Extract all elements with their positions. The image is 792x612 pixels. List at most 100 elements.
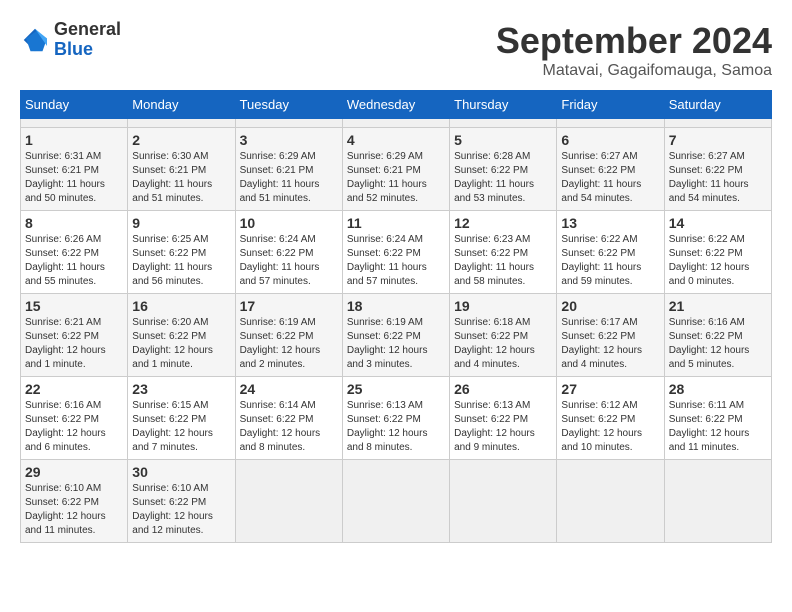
- day-number: 8: [25, 215, 123, 231]
- col-wednesday: Wednesday: [342, 91, 449, 119]
- day-number: 17: [240, 298, 338, 314]
- day-number: 6: [561, 132, 659, 148]
- calendar-week-row: 8 Sunrise: 6:26 AMSunset: 6:22 PMDaylight…: [21, 211, 772, 294]
- day-info: Sunrise: 6:16 AMSunset: 6:22 PMDaylight:…: [669, 316, 767, 372]
- day-info: Sunrise: 6:13 AMSunset: 6:22 PMDaylight:…: [454, 399, 552, 455]
- day-number: 21: [669, 298, 767, 314]
- table-row: [557, 119, 664, 128]
- day-number: 15: [25, 298, 123, 314]
- calendar-week-row: 22 Sunrise: 6:16 AMSunset: 6:22 PMDayligh…: [21, 377, 772, 460]
- logo-blue: Blue: [54, 40, 121, 60]
- logo-general: General: [54, 20, 121, 40]
- table-row: [235, 119, 342, 128]
- day-number: 28: [669, 381, 767, 397]
- table-row: [128, 119, 235, 128]
- table-row: 10 Sunrise: 6:24 AMSunset: 6:22 PMDayligh…: [235, 211, 342, 294]
- logo-text: General Blue: [54, 20, 121, 60]
- calendar-week-row: 15 Sunrise: 6:21 AMSunset: 6:22 PMDayligh…: [21, 294, 772, 377]
- day-info: Sunrise: 6:19 AMSunset: 6:22 PMDaylight:…: [347, 316, 445, 372]
- col-friday: Friday: [557, 91, 664, 119]
- calendar-week-row: [21, 119, 772, 128]
- day-number: 27: [561, 381, 659, 397]
- day-info: Sunrise: 6:17 AMSunset: 6:22 PMDaylight:…: [561, 316, 659, 372]
- table-row: 7Sunrise: 6:27 AMSunset: 6:22 PMDaylight…: [664, 128, 771, 211]
- day-number: 16: [132, 298, 230, 314]
- day-info: Sunrise: 6:26 AMSunset: 6:22 PMDaylight:…: [25, 233, 123, 289]
- day-info: Sunrise: 6:14 AMSunset: 6:22 PMDaylight:…: [240, 399, 338, 455]
- table-row: [450, 119, 557, 128]
- table-row: [235, 460, 342, 543]
- table-row: 22 Sunrise: 6:16 AMSunset: 6:22 PMDayligh…: [21, 377, 128, 460]
- table-row: 20 Sunrise: 6:17 AMSunset: 6:22 PMDayligh…: [557, 294, 664, 377]
- col-thursday: Thursday: [450, 91, 557, 119]
- table-row: 26 Sunrise: 6:13 AMSunset: 6:22 PMDayligh…: [450, 377, 557, 460]
- day-number: 10: [240, 215, 338, 231]
- table-row: 30Sunrise: 6:10 AMSunset: 6:22 PMDayligh…: [128, 460, 235, 543]
- day-number: 26: [454, 381, 552, 397]
- day-number: 13: [561, 215, 659, 231]
- day-number: 24: [240, 381, 338, 397]
- day-info: Sunrise: 6:27 AMSunset: 6:22 PMDaylight:…: [561, 150, 659, 206]
- day-info: Sunrise: 6:11 AMSunset: 6:22 PMDaylight:…: [669, 399, 767, 455]
- table-row: 3 Sunrise: 6:29 AMSunset: 6:21 PMDaylight…: [235, 128, 342, 211]
- day-number: 3: [240, 132, 338, 148]
- day-number: 1: [25, 132, 123, 148]
- day-info: Sunrise: 6:23 AMSunset: 6:22 PMDaylight:…: [454, 233, 552, 289]
- day-number: 7: [669, 132, 767, 148]
- title-block: September 2024 Matavai, Gagaifomauga, Sa…: [496, 20, 772, 80]
- day-info: Sunrise: 6:30 AMSunset: 6:21 PMDaylight:…: [132, 150, 230, 206]
- day-number: 25: [347, 381, 445, 397]
- day-info: Sunrise: 6:10 AMSunset: 6:22 PMDaylight:…: [25, 482, 123, 538]
- col-sunday: Sunday: [21, 91, 128, 119]
- table-row: [664, 119, 771, 128]
- calendar-table: Sunday Monday Tuesday Wednesday Thursday…: [20, 90, 772, 543]
- day-number: 14: [669, 215, 767, 231]
- day-number: 29: [25, 464, 123, 480]
- day-info: Sunrise: 6:25 AMSunset: 6:22 PMDaylight:…: [132, 233, 230, 289]
- table-row: 5Sunrise: 6:28 AMSunset: 6:22 PMDaylight…: [450, 128, 557, 211]
- table-row: 17Sunrise: 6:19 AMSunset: 6:22 PMDayligh…: [235, 294, 342, 377]
- table-row: [342, 119, 449, 128]
- table-row: 13 Sunrise: 6:22 AMSunset: 6:22 PMDayligh…: [557, 211, 664, 294]
- calendar-week-row: 1 Sunrise: 6:31 AMSunset: 6:21 PMDaylight…: [21, 128, 772, 211]
- table-row: 9Sunrise: 6:25 AMSunset: 6:22 PMDaylight…: [128, 211, 235, 294]
- table-row: 27 Sunrise: 6:12 AMSunset: 6:22 PMDayligh…: [557, 377, 664, 460]
- day-info: Sunrise: 6:29 AMSunset: 6:21 PMDaylight:…: [347, 150, 445, 206]
- table-row: 21 Sunrise: 6:16 AMSunset: 6:22 PMDayligh…: [664, 294, 771, 377]
- logo: General Blue: [20, 20, 121, 60]
- table-row: 2Sunrise: 6:30 AMSunset: 6:21 PMDaylight…: [128, 128, 235, 211]
- day-info: Sunrise: 6:31 AMSunset: 6:21 PMDaylight:…: [25, 150, 123, 206]
- table-row: [664, 460, 771, 543]
- table-row: 25 Sunrise: 6:13 AMSunset: 6:22 PMDayligh…: [342, 377, 449, 460]
- day-number: 23: [132, 381, 230, 397]
- day-info: Sunrise: 6:12 AMSunset: 6:22 PMDaylight:…: [561, 399, 659, 455]
- calendar-week-row: 29 Sunrise: 6:10 AMSunset: 6:22 PMDayligh…: [21, 460, 772, 543]
- day-info: Sunrise: 6:18 AMSunset: 6:22 PMDaylight:…: [454, 316, 552, 372]
- day-info: Sunrise: 6:22 AMSunset: 6:22 PMDaylight:…: [561, 233, 659, 289]
- table-row: 1 Sunrise: 6:31 AMSunset: 6:21 PMDaylight…: [21, 128, 128, 211]
- day-info: Sunrise: 6:16 AMSunset: 6:22 PMDaylight:…: [25, 399, 123, 455]
- table-row: 29 Sunrise: 6:10 AMSunset: 6:22 PMDayligh…: [21, 460, 128, 543]
- day-info: Sunrise: 6:24 AMSunset: 6:22 PMDaylight:…: [347, 233, 445, 289]
- day-info: Sunrise: 6:15 AMSunset: 6:22 PMDaylight:…: [132, 399, 230, 455]
- table-row: 8 Sunrise: 6:26 AMSunset: 6:22 PMDaylight…: [21, 211, 128, 294]
- col-monday: Monday: [128, 91, 235, 119]
- table-row: 24 Sunrise: 6:14 AMSunset: 6:22 PMDayligh…: [235, 377, 342, 460]
- table-row: 4Sunrise: 6:29 AMSunset: 6:21 PMDaylight…: [342, 128, 449, 211]
- table-row: [342, 460, 449, 543]
- page-header: General Blue September 2024 Matavai, Gag…: [20, 20, 772, 80]
- day-info: Sunrise: 6:29 AMSunset: 6:21 PMDaylight:…: [240, 150, 338, 206]
- day-info: Sunrise: 6:20 AMSunset: 6:22 PMDaylight:…: [132, 316, 230, 372]
- day-number: 20: [561, 298, 659, 314]
- day-info: Sunrise: 6:13 AMSunset: 6:22 PMDaylight:…: [347, 399, 445, 455]
- table-row: [21, 119, 128, 128]
- day-info: Sunrise: 6:21 AMSunset: 6:22 PMDaylight:…: [25, 316, 123, 372]
- table-row: 11Sunrise: 6:24 AMSunset: 6:22 PMDayligh…: [342, 211, 449, 294]
- table-row: 19Sunrise: 6:18 AMSunset: 6:22 PMDayligh…: [450, 294, 557, 377]
- day-number: 22: [25, 381, 123, 397]
- table-row: 18Sunrise: 6:19 AMSunset: 6:22 PMDayligh…: [342, 294, 449, 377]
- day-info: Sunrise: 6:24 AMSunset: 6:22 PMDaylight:…: [240, 233, 338, 289]
- table-row: 16 Sunrise: 6:20 AMSunset: 6:22 PMDayligh…: [128, 294, 235, 377]
- location-subtitle: Matavai, Gagaifomauga, Samoa: [496, 62, 772, 80]
- calendar-header-row: Sunday Monday Tuesday Wednesday Thursday…: [21, 91, 772, 119]
